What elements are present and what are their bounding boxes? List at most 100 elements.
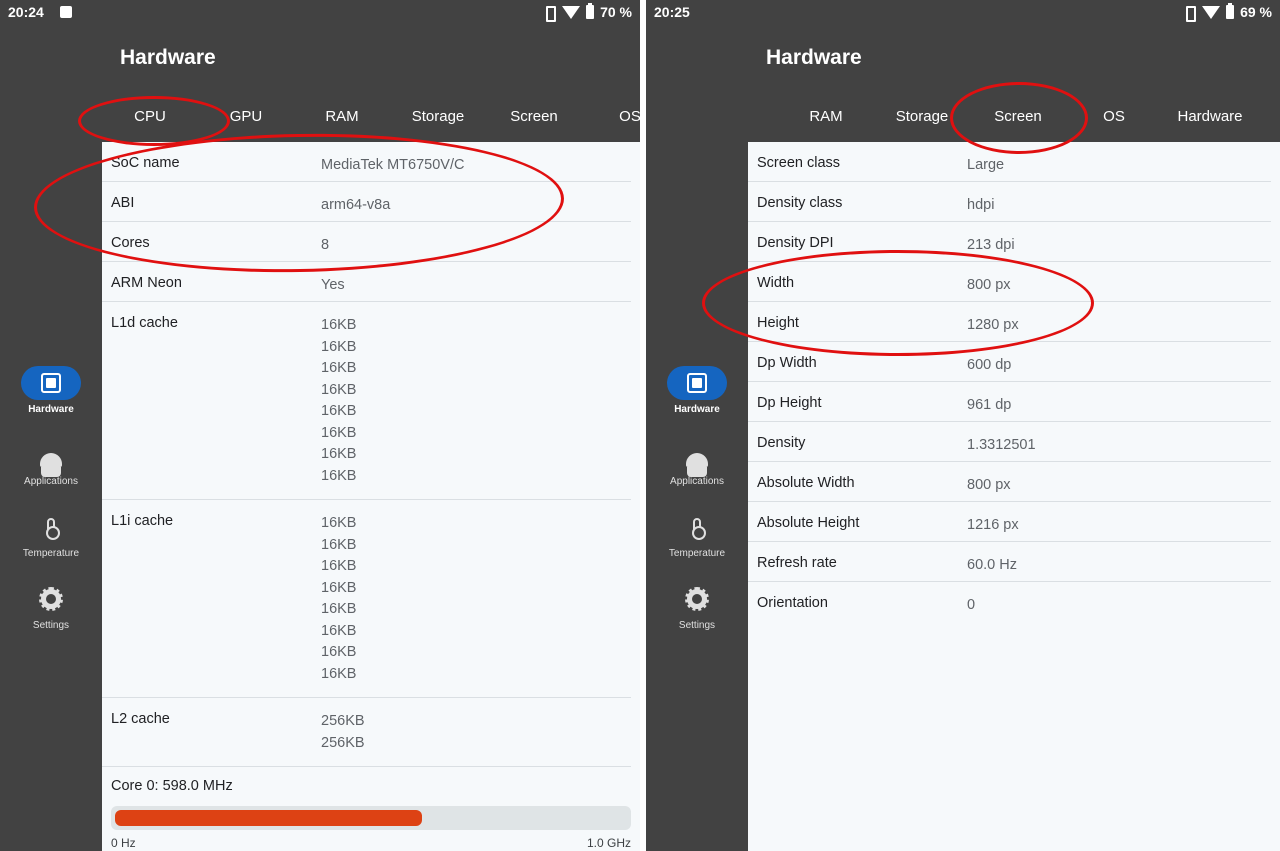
nav-settings[interactable]: Settings: [646, 582, 748, 631]
row-label: Height: [757, 315, 799, 331]
gallery-icon: [60, 6, 72, 18]
nav-applications[interactable]: Applications: [0, 438, 102, 487]
tab-storage[interactable]: Storage: [896, 108, 949, 125]
left-screenshot: 20:24 70 % Hardware CPU GPU RAM Storage …: [0, 0, 640, 851]
row-label: Screen class: [757, 155, 841, 171]
battery-icon: [586, 3, 595, 19]
row-value: 213 dpi: [967, 237, 1015, 253]
tab-screen[interactable]: Screen: [994, 108, 1042, 125]
row-label: L1i cache: [111, 513, 174, 529]
tab-hardware[interactable]: Hardware: [1177, 108, 1242, 125]
info-row-abi: ABI arm64-v8a: [102, 182, 631, 222]
vibrate-icon: [1182, 5, 1197, 22]
row-value: MediaTek MT6750V/C: [321, 157, 465, 173]
nav-hardware-label: Hardware: [28, 404, 74, 415]
row-value: 16KB: [321, 601, 357, 617]
row-value: 1280 px: [967, 317, 1019, 333]
nav-settings-label: Settings: [32, 620, 70, 631]
row-label: Orientation: [757, 595, 828, 611]
row-value: 8: [321, 237, 330, 253]
tab-gpu[interactable]: GPU: [230, 108, 263, 125]
tab-cpu[interactable]: CPU: [134, 108, 166, 125]
battery-level: 70 %: [600, 4, 632, 20]
row-value: 600 dp: [967, 357, 1012, 373]
chip-icon: [41, 373, 61, 393]
nav-temperature-label: Temperature: [22, 548, 80, 559]
row-label: Dp Width: [757, 355, 817, 371]
page-title: Hardware: [766, 46, 862, 69]
info-row-l2-cache: L2 cache 256KB 256KB: [102, 698, 631, 767]
nav-temperature[interactable]: Temperature: [0, 510, 102, 559]
core-frequency-fill: [115, 810, 422, 826]
nav-hardware[interactable]: Hardware: [0, 366, 102, 415]
tab-screen[interactable]: Screen: [510, 108, 558, 125]
status-time: 20:24: [8, 4, 44, 20]
tab-ram[interactable]: RAM: [325, 108, 358, 125]
info-row-height: Height 1280 px: [748, 302, 1271, 342]
row-value: 16KB: [321, 536, 357, 553]
row-label: Refresh rate: [757, 555, 837, 571]
tab-os[interactable]: OS: [619, 108, 640, 125]
info-row-refresh-rate: Refresh rate 60.0 Hz: [748, 542, 1271, 582]
nav-temperature-label: Temperature: [668, 548, 726, 559]
row-label: L2 cache: [111, 711, 170, 727]
gear-icon: [39, 587, 63, 611]
nav-temperature[interactable]: Temperature: [646, 510, 748, 559]
row-value: 800 px: [967, 277, 1011, 293]
tab-os[interactable]: OS: [1103, 108, 1125, 125]
info-row-width: Width 800 px: [748, 262, 1271, 302]
row-value: 16KB: [321, 579, 357, 596]
row-value: 961 dp: [967, 397, 1012, 413]
core-frequency-bar: [111, 806, 631, 830]
info-row-l1d-cache: L1d cache 16KB 16KB 16KB 16KB 16KB 16KB …: [102, 302, 631, 500]
row-value: 16KB: [321, 424, 357, 441]
row-value: 256KB: [321, 713, 365, 729]
row-label: Absolute Height: [757, 515, 860, 531]
row-value: Large: [967, 157, 1005, 173]
info-row-screen-class: Screen class Large: [748, 142, 1271, 182]
row-value: 0: [967, 597, 976, 613]
row-value: 16KB: [321, 644, 357, 660]
row-value: arm64-v8a: [321, 197, 391, 213]
screen-info-list: Screen class Large Density class hdpi De…: [748, 142, 1280, 851]
info-row-dp-width: Dp Width 600 dp: [748, 342, 1271, 382]
status-time: 20:25: [654, 4, 690, 20]
row-value: 60.0 Hz: [967, 557, 1017, 573]
frequency-max-label: 1.0 GHz: [586, 836, 631, 850]
tab-ram[interactable]: RAM: [809, 108, 842, 125]
nav-hardware-label: Hardware: [674, 404, 720, 415]
row-value: 16KB: [321, 403, 357, 419]
nav-hardware[interactable]: Hardware: [646, 366, 748, 415]
tab-storage[interactable]: Storage: [412, 108, 465, 125]
page-title: Hardware: [120, 46, 216, 69]
row-label: SoC name: [111, 155, 180, 171]
row-value: Yes: [321, 277, 345, 293]
wifi-icon: [562, 6, 581, 19]
nav-applications[interactable]: Applications: [646, 438, 748, 487]
info-row-absolute-width: Absolute Width 800 px: [748, 462, 1271, 502]
android-icon: [686, 453, 708, 477]
row-label: Density: [757, 435, 806, 451]
nav-settings-label: Settings: [678, 620, 716, 631]
info-row-soc-name: SoC name MediaTek MT6750V/C: [102, 142, 631, 182]
status-bar: 20:24 70 %: [0, 0, 640, 26]
core-frequency-section: Core 0: 598.0 MHz 0 Hz 1.0 GHz: [102, 767, 640, 850]
info-row-density: Density 1.3312501: [748, 422, 1271, 462]
row-label: Width: [757, 275, 795, 291]
row-value: 16KB: [321, 338, 357, 355]
core-frequency-label: Core 0: 598.0 MHz: [111, 778, 233, 794]
android-icon: [40, 453, 62, 477]
info-row-arm-neon: ARM Neon Yes: [102, 262, 631, 302]
info-row-absolute-height: Absolute Height 1216 px: [748, 502, 1271, 542]
tab-bar: RAM Storage Screen OS Hardware: [748, 96, 1280, 140]
right-screenshot: 20:25 69 % Hardware RAM Storage Screen O…: [646, 0, 1280, 851]
info-row-dp-height: Dp Height 961 dp: [748, 382, 1271, 422]
row-label: L1d cache: [111, 315, 178, 331]
row-value: 16KB: [321, 622, 357, 639]
info-row-l1i-cache: L1i cache 16KB 16KB 16KB 16KB 16KB 16KB …: [102, 500, 631, 698]
row-value: 16KB: [321, 467, 357, 484]
row-label: ARM Neon: [111, 275, 182, 291]
nav-settings[interactable]: Settings: [0, 582, 102, 631]
row-value: hdpi: [967, 197, 995, 213]
row-value: 16KB: [321, 360, 357, 376]
